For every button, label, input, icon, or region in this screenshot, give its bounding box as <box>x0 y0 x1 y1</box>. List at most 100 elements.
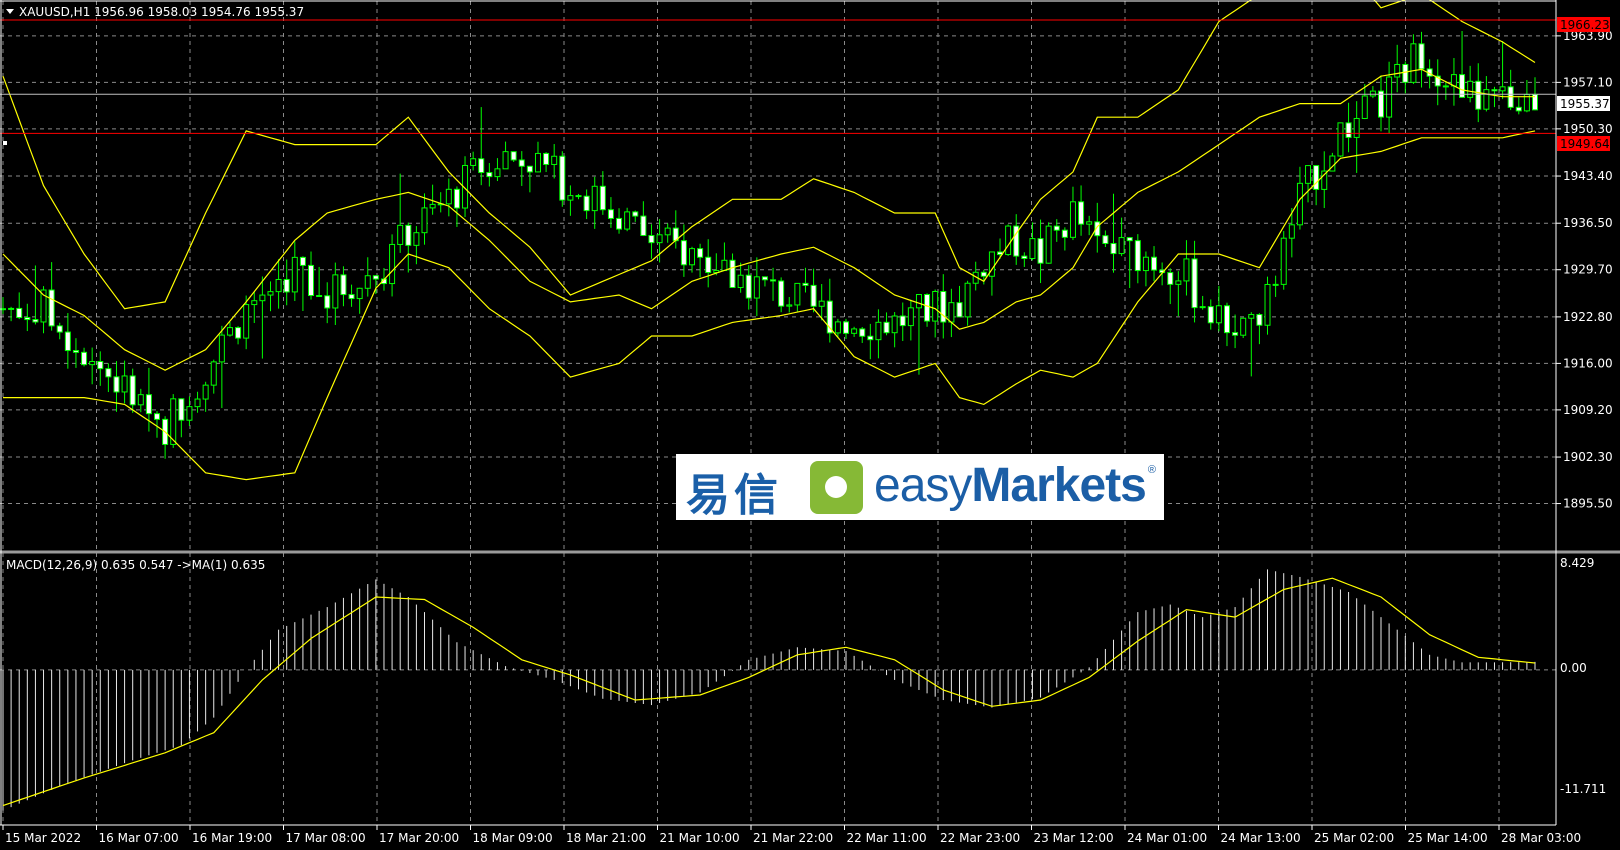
candle-body <box>413 232 420 246</box>
candle-body <box>697 248 704 258</box>
candle-body <box>680 240 687 266</box>
support-line-handle[interactable] <box>3 141 7 145</box>
macd-signal-line <box>2 577 1536 807</box>
candle-body <box>1442 85 1449 88</box>
candle-body <box>1305 165 1312 184</box>
candle-body <box>551 155 558 165</box>
candle-body <box>1005 225 1012 256</box>
candle-body <box>843 321 850 334</box>
candle-body <box>1069 201 1076 238</box>
candlestick-series <box>0 30 1538 459</box>
time-tick-label: 16 Mar 19:00 <box>192 831 272 845</box>
candle-body <box>243 304 250 339</box>
candle-body <box>178 398 185 421</box>
candle-body <box>980 271 987 277</box>
candle-body <box>559 155 566 201</box>
candle-body <box>1264 283 1271 326</box>
candle-body <box>1410 43 1417 83</box>
symbol-dropdown-icon[interactable] <box>6 9 14 14</box>
candle-body <box>259 294 266 302</box>
candle-body <box>1223 305 1230 334</box>
candle-body <box>502 151 509 170</box>
candle-body <box>1053 225 1060 231</box>
candle-body <box>56 325 63 333</box>
watermark-easy: easy <box>874 459 972 512</box>
candle-body <box>283 278 290 293</box>
time-tick-label: 25 Mar 14:00 <box>1408 831 1488 845</box>
candle-body <box>891 315 898 334</box>
trading-chart[interactable]: 1963.901957.101950.301943.401936.501929.… <box>0 0 1620 850</box>
time-tick-label: 15 Mar 2022 <box>5 831 81 845</box>
candle-body <box>591 185 598 212</box>
candle-body <box>364 275 371 289</box>
candle-body <box>48 289 55 327</box>
registered-mark: ® <box>1147 464 1156 476</box>
candle-body <box>1199 306 1206 309</box>
time-tick-label: 23 Mar 12:00 <box>1034 831 1114 845</box>
macd-scale-top: 8.429 <box>1560 556 1594 570</box>
macd-indicator-label: MACD(12,26,9) 0.635 0.547 ->MA(1) 0.635 <box>6 558 265 572</box>
candle-body <box>688 248 695 266</box>
time-tick-label: 25 Mar 02:00 <box>1314 831 1394 845</box>
time-tick-label: 16 Mar 07:00 <box>99 831 179 845</box>
candle-body <box>1386 76 1393 118</box>
macd-scale-bottom: -11.711 <box>1560 782 1606 796</box>
candle-body <box>899 315 906 327</box>
candle-body <box>648 235 655 244</box>
candle-body <box>1483 89 1490 110</box>
candle-body <box>356 287 363 300</box>
candle-body <box>810 284 817 307</box>
candle-body <box>275 278 282 293</box>
time-axis-ticks: 15 Mar 2022 16 Mar 07:00 16 Mar 19:00 17 Ma… <box>2 825 1581 845</box>
time-tick-label: 18 Mar 09:00 <box>473 831 553 845</box>
candle-body <box>526 165 533 173</box>
candle-body <box>267 291 274 296</box>
candle-body <box>664 227 671 236</box>
candle-body <box>1191 258 1198 309</box>
candle-body <box>567 195 574 201</box>
candle-body <box>340 274 347 296</box>
candle-body <box>1345 122 1352 138</box>
price-tick-label: 1922.80 <box>1563 310 1613 324</box>
candle-body <box>486 172 493 178</box>
candle-body <box>332 274 339 309</box>
candle-body <box>867 335 874 341</box>
candle-body <box>794 282 801 306</box>
candle-body <box>607 209 614 219</box>
price-tick-label: 1902.30 <box>1563 450 1613 464</box>
candle-body <box>1467 80 1474 98</box>
candle-body <box>1288 224 1295 239</box>
candle-body <box>1207 306 1214 324</box>
candle-body <box>721 259 728 272</box>
candle-body <box>1175 280 1182 285</box>
candle-body <box>1183 258 1190 282</box>
candle-body <box>753 276 760 299</box>
candle-body <box>1061 229 1068 238</box>
bollinger-upper-band <box>2 0 1536 310</box>
candle-body <box>421 207 428 234</box>
candle-body <box>964 282 971 318</box>
candle-body <box>1515 106 1522 112</box>
candle-body <box>316 295 323 298</box>
candle-body <box>543 152 550 165</box>
candle-body <box>1377 90 1384 118</box>
grid-lines <box>0 1 1556 825</box>
candle-body <box>1272 283 1279 286</box>
candle-body <box>632 211 639 217</box>
candle-body <box>324 295 331 309</box>
watermark-chinese-text: 易信 <box>686 470 782 521</box>
price-tick-label: 1936.50 <box>1563 216 1613 230</box>
candle-body <box>291 256 298 293</box>
candle-body <box>1475 80 1482 110</box>
candle-body <box>1215 305 1222 324</box>
current-price-tag-text: 1955.37 <box>1560 97 1610 111</box>
price-tick-label: 1895.50 <box>1563 497 1613 511</box>
candle-body <box>389 243 396 285</box>
candle-body <box>924 294 931 322</box>
candle-body <box>405 224 412 246</box>
candle-body <box>1321 170 1328 190</box>
candle-body <box>299 256 306 266</box>
price-tick-label: 1943.40 <box>1563 169 1613 183</box>
candle-body <box>251 300 258 306</box>
candle-body <box>616 217 623 230</box>
